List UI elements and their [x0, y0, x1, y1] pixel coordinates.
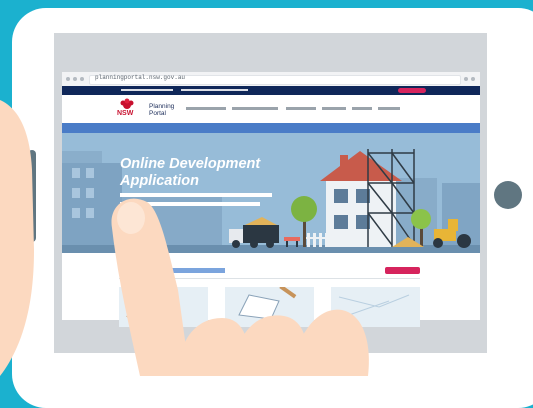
hand-illustration — [0, 100, 369, 376]
